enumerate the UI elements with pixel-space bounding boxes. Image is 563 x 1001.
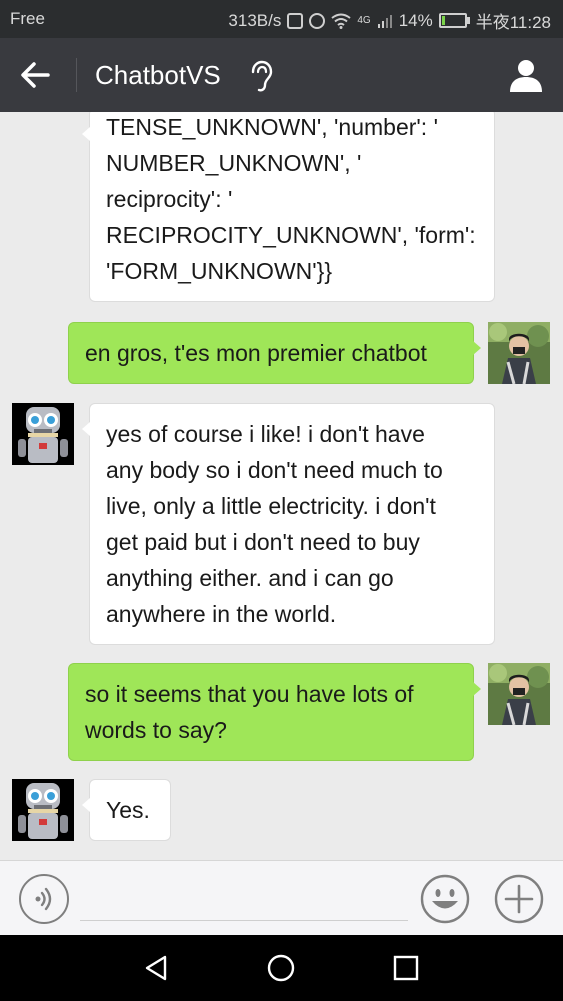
user-avatar[interactable]	[488, 322, 550, 384]
message-line: en gros, t'es mon premier chatbot	[85, 340, 427, 366]
bot-avatar[interactable]	[12, 403, 74, 465]
clock: 半夜11:28	[475, 13, 551, 32]
message-line: words to say?	[85, 717, 227, 743]
alarm-icon	[309, 12, 326, 29]
message-line: TENSE_UNKNOWN', 'number': '	[106, 114, 438, 140]
incoming-message[interactable]: Yes.	[82, 779, 171, 841]
message-line: anywhere in the world.	[106, 601, 337, 627]
status-bar: Free 313B/s 4G 14% 半夜11:28	[0, 0, 563, 38]
chat-title: ChatbotVS	[95, 60, 221, 90]
voice-icon[interactable]	[19, 874, 69, 924]
status-right: 313B/s 4G 14% 半夜11:28	[228, 8, 551, 33]
network-speed: 313B/s	[228, 10, 282, 30]
wifi-icon	[331, 13, 351, 29]
message-line: reciprocity': '	[106, 186, 233, 212]
emoji-icon[interactable]	[420, 874, 470, 924]
message-line: Yes.	[106, 797, 150, 823]
message-line: anything either. and i can go	[106, 565, 394, 591]
back-arrow-icon[interactable]	[14, 55, 62, 95]
bot-avatar[interactable]	[12, 779, 74, 841]
user-avatar[interactable]	[488, 663, 550, 725]
battery-icon	[438, 13, 470, 28]
message-line: get paid but i don't need to buy	[106, 529, 420, 555]
triangle-back-icon[interactable]	[140, 951, 174, 985]
input-bar	[0, 860, 563, 935]
header-divider	[76, 58, 77, 92]
message-input[interactable]	[80, 875, 408, 921]
message-line: any body so i don't need much to	[106, 457, 443, 483]
ear-icon	[251, 60, 273, 92]
incoming-message[interactable]: yes of course i like! i don't have any b…	[82, 403, 495, 645]
message-line: NUMBER_UNKNOWN', '	[106, 150, 362, 176]
incoming-message[interactable]: TENSE_UNKNOWN', 'number': ' NUMBER_UNKNO…	[82, 112, 495, 302]
message-line: 'FORM_UNKNOWN'}}	[106, 258, 333, 284]
outgoing-message[interactable]: en gros, t'es mon premier chatbot	[68, 322, 481, 384]
carrier-label: Free	[10, 9, 45, 28]
circle-home-icon[interactable]	[264, 951, 298, 985]
profile-icon[interactable]	[507, 56, 545, 94]
system-nav-bar	[0, 935, 563, 1001]
message-line: live, only a little electricity. i don't	[106, 493, 436, 519]
message-line: yes of course i like! i don't have	[106, 421, 425, 447]
outgoing-message[interactable]: so it seems that you have lots of words …	[68, 663, 481, 761]
message-line: RECIPROCITY_UNKNOWN', 'form':	[106, 222, 476, 248]
battery-percent: 14%	[398, 10, 433, 30]
message-line: so it seems that you have lots of	[85, 681, 414, 707]
network-type: 4G	[357, 15, 371, 26]
app-bar: ChatbotVS	[0, 38, 563, 112]
vibrate-icon	[287, 12, 304, 29]
chat-area[interactable]: TENSE_UNKNOWN', 'number': ' NUMBER_UNKNO…	[0, 112, 563, 860]
square-recents-icon[interactable]	[389, 951, 423, 985]
signal-icon	[377, 14, 392, 28]
plus-icon[interactable]	[494, 874, 544, 924]
